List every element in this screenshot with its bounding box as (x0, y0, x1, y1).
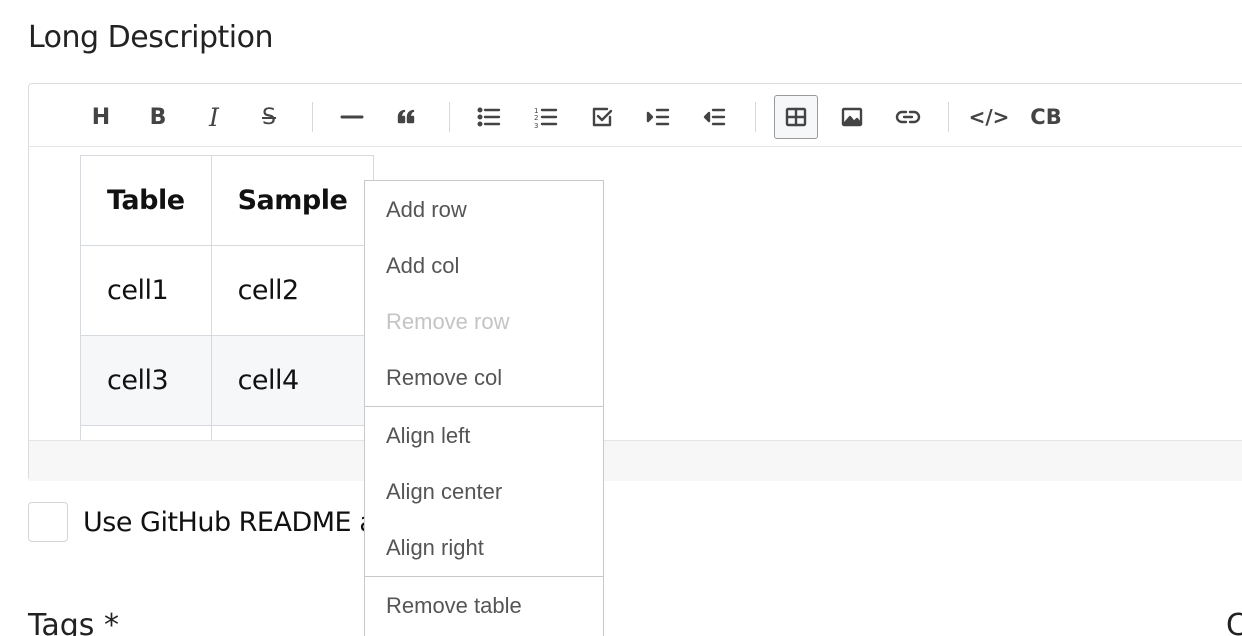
github-readme-option: Use GitHub README a (28, 502, 376, 542)
table-header-cell[interactable]: Sample (210, 155, 375, 246)
menu-item-add-col[interactable]: Add col (365, 238, 603, 294)
github-readme-checkbox[interactable] (28, 502, 68, 542)
bullet-list-icon (477, 107, 501, 127)
ordered-list-button[interactable]: 123 (524, 95, 568, 139)
editor-content[interactable]: Table Sample cell1 cell2 cell3 cell4 (29, 148, 1242, 440)
github-readme-label: Use GitHub README a (83, 506, 376, 538)
table-header-row: Table Sample (80, 155, 375, 246)
menu-item-remove-row: Remove row (386, 309, 510, 334)
italic-button[interactable]: I (192, 95, 236, 139)
heading-icon: H (91, 104, 111, 130)
link-icon (895, 110, 921, 124)
italic-icon: I (209, 102, 219, 132)
code-button[interactable]: </> (967, 95, 1011, 139)
codeblock-button[interactable]: CB (1024, 95, 1068, 139)
menu-group-align: Align left Align center Align right (365, 406, 603, 576)
editor-toolbar: H B I S 123 </> CB (29, 84, 1242, 147)
menu-item-align-center[interactable]: Align center (365, 464, 603, 520)
code-icon: </> (968, 105, 1010, 129)
table-row (80, 425, 375, 440)
long-description-label: Long Description (28, 20, 274, 55)
outdent-button[interactable] (692, 95, 736, 139)
strike-button[interactable]: S (247, 95, 291, 139)
indent-button[interactable] (636, 95, 680, 139)
menu-item-align-right[interactable]: Align right (365, 520, 603, 576)
hr-button[interactable] (330, 95, 374, 139)
tags-label: Tags * (28, 608, 119, 636)
bold-icon: B (149, 104, 167, 130)
table-row: cell1 cell2 (80, 245, 375, 336)
menu-item-remove-col[interactable]: Remove col (365, 350, 603, 406)
task-list-button[interactable] (580, 95, 624, 139)
heading-button[interactable]: H (79, 95, 123, 139)
outdent-icon (703, 108, 726, 126)
table-cell[interactable] (210, 425, 375, 440)
svg-text:2: 2 (534, 114, 538, 122)
quote-button[interactable] (385, 95, 429, 139)
table-context-menu: Add row Add col Remove row Remove col Al… (364, 180, 604, 636)
table-cell[interactable]: cell1 (80, 245, 212, 336)
menu-group-rows-cols: Add row Add col Remove row Remove col (365, 181, 603, 406)
toolbar-separator (312, 102, 313, 132)
toolbar-separator (449, 102, 450, 132)
menu-item-add-row[interactable]: Add row (365, 182, 603, 238)
table-header-cell[interactable]: Table (80, 155, 212, 246)
table-cell[interactable]: cell4 (210, 335, 375, 426)
table-cell[interactable]: cell2 (210, 245, 375, 336)
task-list-icon (592, 107, 613, 127)
ordered-list-icon: 123 (534, 107, 558, 130)
markdown-table: Table Sample cell1 cell2 cell3 cell4 (80, 155, 375, 440)
table-button[interactable] (774, 95, 818, 139)
horizontal-rule-icon (340, 115, 364, 119)
svg-text:3: 3 (534, 122, 538, 130)
table-row: cell3 cell4 (80, 335, 375, 426)
codeblock-icon: CB (1030, 105, 1062, 129)
bold-button[interactable]: B (136, 95, 180, 139)
menu-group-table: Remove table (365, 576, 603, 634)
toolbar-separator (755, 102, 756, 132)
strikethrough-icon: S (262, 104, 276, 130)
table-cell[interactable]: cell3 (80, 335, 212, 426)
bullet-list-button[interactable] (467, 95, 511, 139)
link-button[interactable] (886, 95, 930, 139)
menu-item-align-left[interactable]: Align left (365, 408, 603, 464)
right-column-label: C (1226, 608, 1242, 636)
table-icon (785, 107, 807, 127)
image-button[interactable] (830, 95, 874, 139)
indent-icon (646, 108, 670, 126)
table-cell[interactable] (80, 425, 212, 440)
markdown-editor: H B I S 123 </> CB Table Sample cell1 ce… (28, 83, 1242, 481)
toolbar-separator (948, 102, 949, 132)
menu-item-remove-table[interactable]: Remove table (365, 578, 603, 634)
quote-icon (397, 109, 415, 124)
editor-statusbar (29, 440, 1242, 481)
image-icon (841, 107, 863, 127)
